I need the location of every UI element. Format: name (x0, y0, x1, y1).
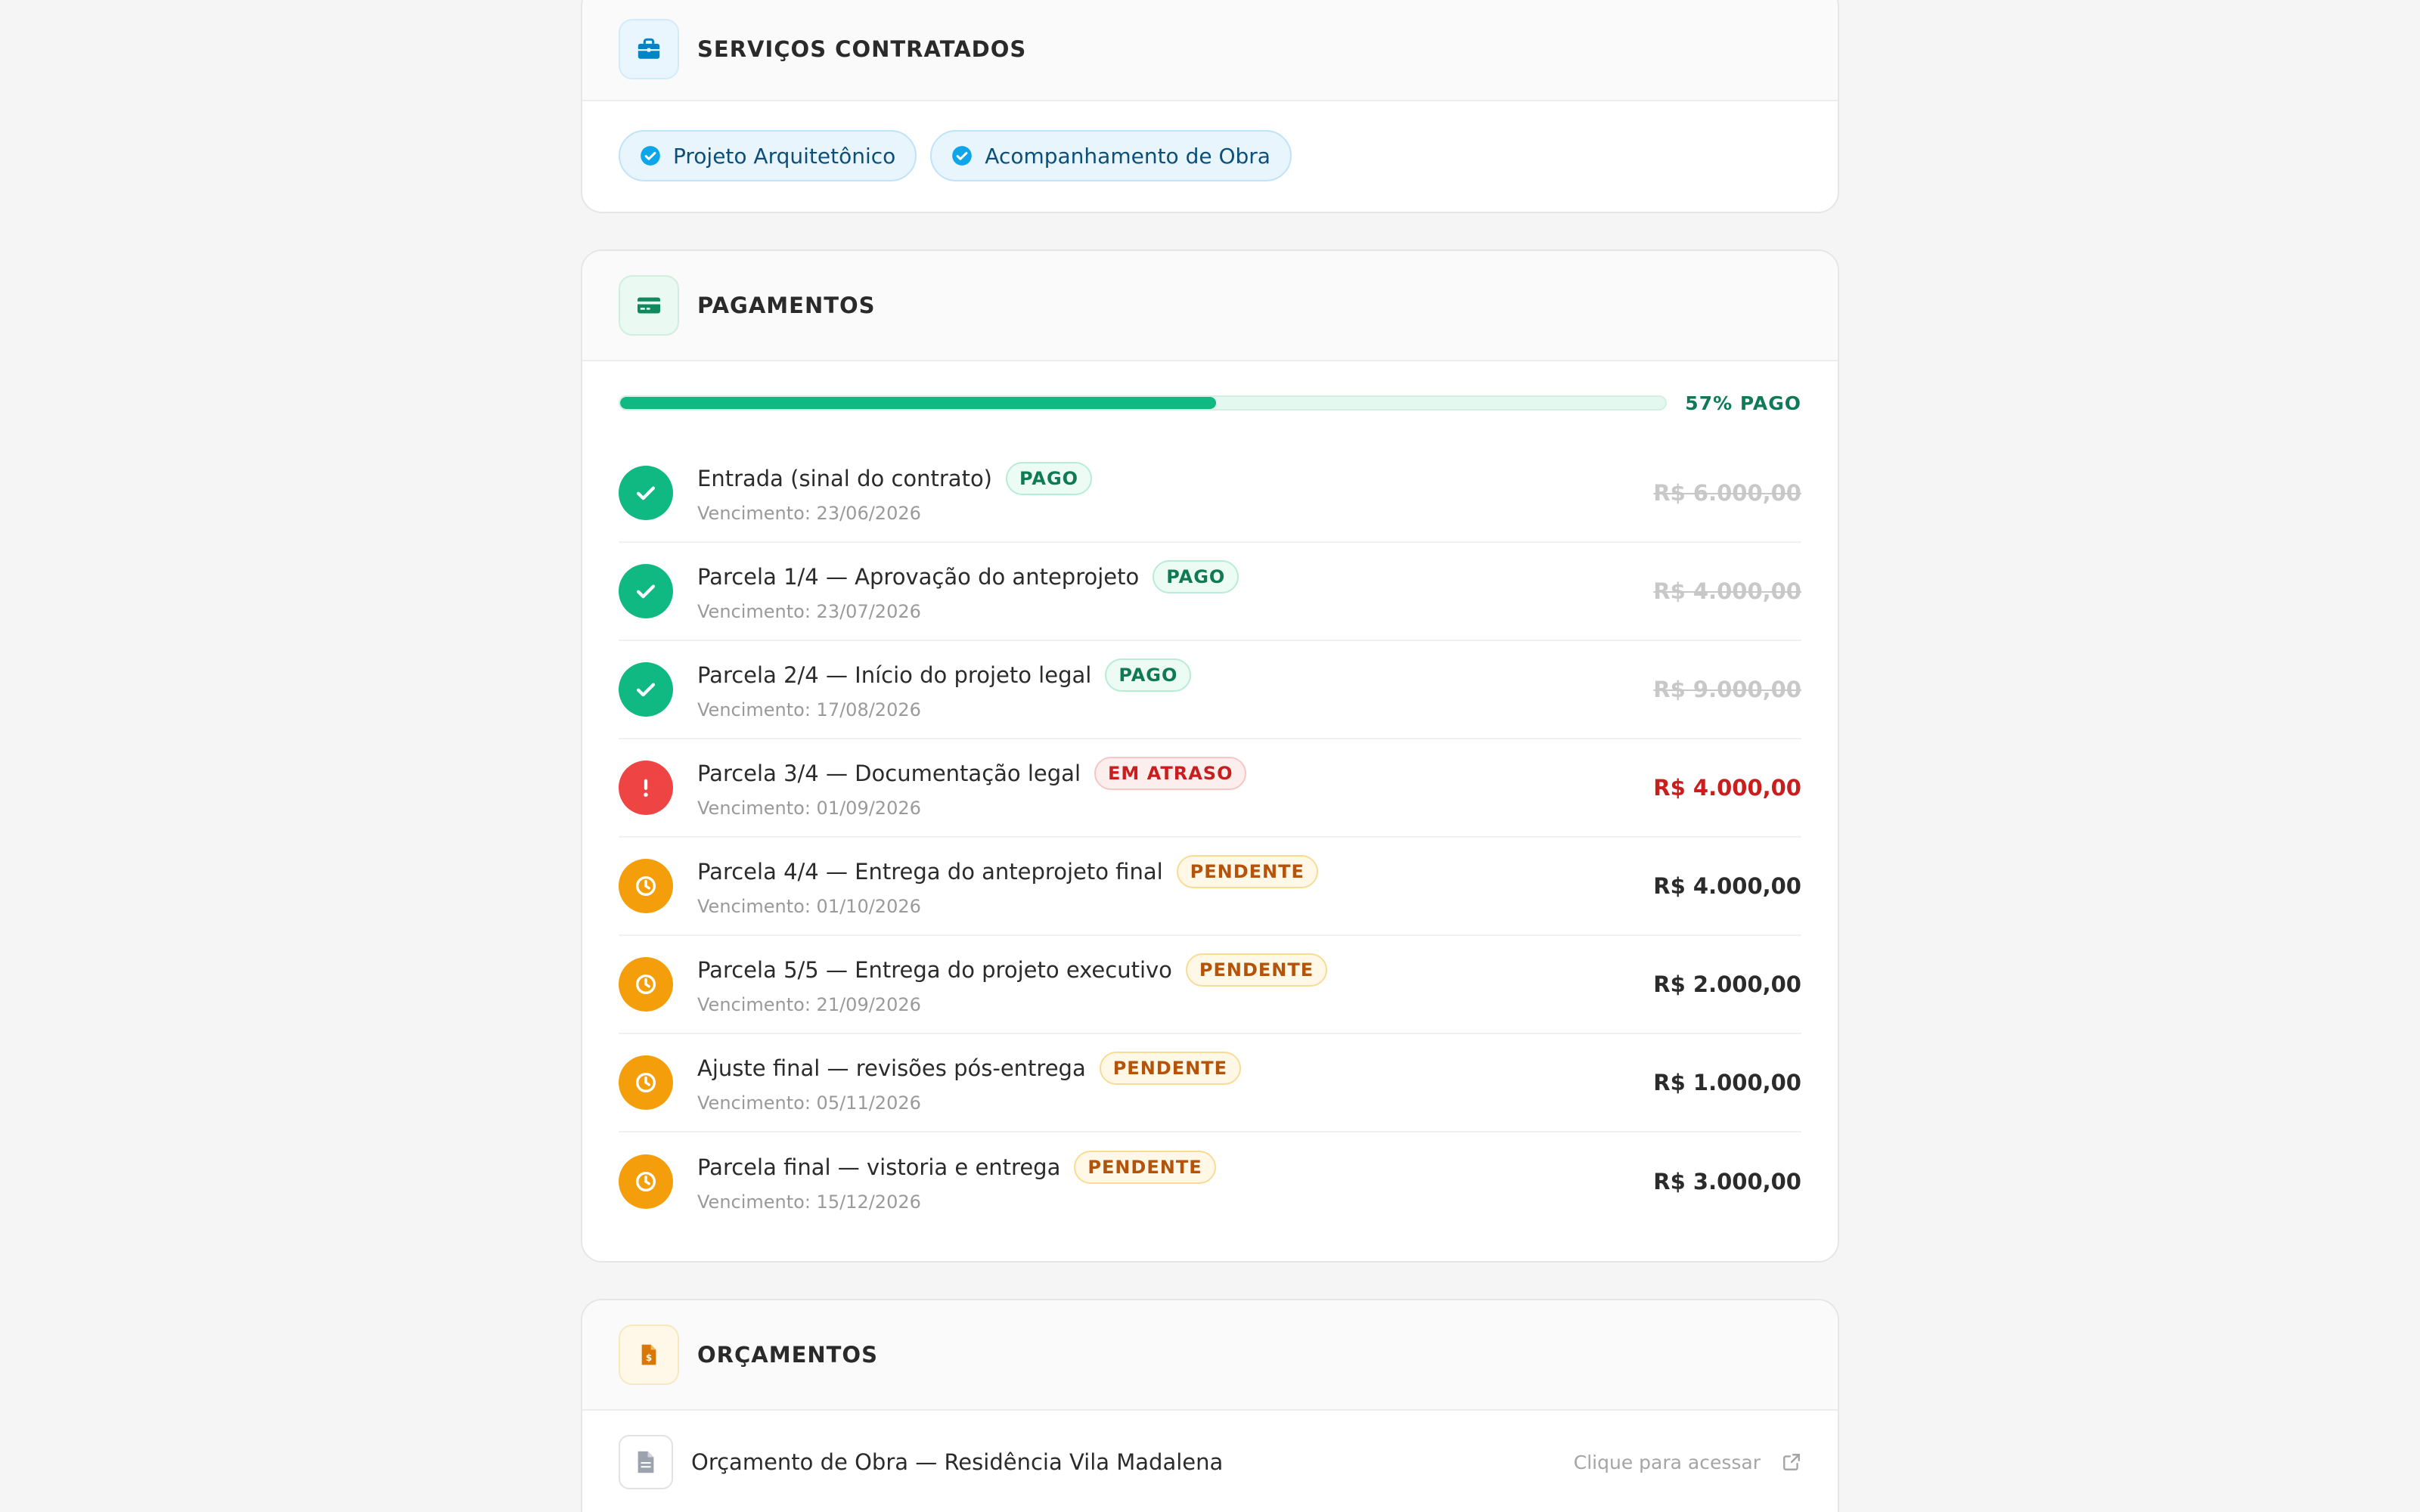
clock-icon (619, 859, 673, 913)
payment-due-date: Vencimento: 05/11/2026 (697, 1092, 921, 1114)
budgets-card: $ ORÇAMENTOS Orçamento de Obra — Residên… (581, 1299, 1839, 1512)
budget-item-title: Orçamento de Obra — Residência Vila Mada… (691, 1449, 1224, 1475)
payment-info: Parcela 2/4 — Início do projeto legal PAG… (697, 658, 1605, 720)
services-chip-list: Projeto Arquitetônico Acompanhamento de … (582, 101, 1838, 181)
payment-title: Parcela 3/4 — Documentação legal (697, 761, 1081, 786)
payment-due-date: Vencimento: 17/08/2026 (697, 699, 921, 720)
payment-status-badge: PENDENTE (1074, 1151, 1216, 1184)
payment-due-date: Vencimento: 23/06/2026 (697, 503, 921, 524)
budgets-header: $ ORÇAMENTOS (582, 1300, 1838, 1411)
payment-title: Parcela 1/4 — Aprovação do anteprojeto (697, 564, 1140, 590)
payment-row[interactable]: Parcela 3/4 — Documentação legal EM ATRAS… (619, 739, 1801, 838)
payment-amount: R$ 6.000,00 (1653, 480, 1801, 506)
payment-status-badge: PENDENTE (1099, 1052, 1241, 1085)
payment-row[interactable]: Ajuste final — revisões pós-entrega PENDE… (619, 1034, 1801, 1132)
payments-card: PAGAMENTOS 57% PAGO Entrada (sinal do co… (581, 249, 1839, 1263)
service-chip: Acompanhamento de Obra (930, 130, 1292, 181)
payment-row[interactable]: Parcela final — vistoria e entrega PENDEN… (619, 1132, 1801, 1231)
svg-text:$: $ (646, 1352, 652, 1363)
payment-row[interactable]: Parcela 2/4 — Início do projeto legal PAG… (619, 641, 1801, 739)
payment-title-line: Entrada (sinal do contrato) PAGO (697, 462, 1605, 495)
check-circle-icon (952, 146, 973, 166)
payment-title: Entrada (sinal do contrato) (697, 466, 992, 491)
check-circle-icon (641, 146, 660, 166)
payment-amount: R$ 4.000,00 (1653, 873, 1801, 899)
service-chip-label: Acompanhamento de Obra (985, 143, 1270, 169)
budget-item[interactable]: Orçamento de Obra — Residência Vila Mada… (582, 1411, 1838, 1512)
payment-row[interactable]: Parcela 4/4 — Entrega do anteprojeto fin… (619, 838, 1801, 936)
payment-status-badge: PENDENTE (1185, 953, 1328, 987)
payment-status-badge: EM ATRASO (1094, 757, 1247, 790)
services-card: SERVIÇOS CONTRATADOS Projeto Arquitetôni… (581, 0, 1839, 213)
payment-due-date: Vencimento: 01/09/2026 (697, 798, 921, 819)
budget-open-link[interactable]: Clique para acessar (1574, 1452, 1801, 1473)
check-icon (619, 564, 673, 618)
payment-info: Entrada (sinal do contrato) PAGO Venciment… (697, 462, 1605, 524)
payment-title-line: Parcela 4/4 — Entrega do anteprojeto fin… (697, 855, 1605, 888)
payment-amount: R$ 9.000,00 (1653, 677, 1801, 702)
payment-amount: R$ 2.000,00 (1653, 971, 1801, 997)
external-link-icon (1783, 1454, 1800, 1470)
payment-info: Parcela 4/4 — Entrega do anteprojeto fin… (697, 855, 1605, 917)
clock-icon (619, 1154, 673, 1209)
payment-info: Parcela 3/4 — Documentação legal EM ATRAS… (697, 757, 1605, 819)
payment-row[interactable]: Entrada (sinal do contrato) PAGO Venciment… (619, 445, 1801, 543)
payment-title-line: Parcela 5/5 — Entrega do projeto executi… (697, 953, 1605, 987)
payment-title-line: Parcela final — vistoria e entrega PENDEN… (697, 1151, 1605, 1184)
payment-status-badge: PAGO (1105, 658, 1192, 692)
payment-status-badge: PENDENTE (1176, 855, 1318, 888)
payment-amount: R$ 4.000,00 (1653, 775, 1801, 801)
payment-progress-fill (620, 397, 1216, 409)
check-icon (619, 662, 673, 717)
payments-header: PAGAMENTOS (582, 251, 1838, 361)
credit-card-icon (619, 275, 679, 336)
payment-progress: 57% PAGO (582, 361, 1838, 445)
payment-title: Ajuste final — revisões pós-entrega (697, 1055, 1086, 1081)
payment-row[interactable]: Parcela 1/4 — Aprovação do anteprojeto PA… (619, 543, 1801, 641)
client-project-page: SERVIÇOS CONTRATADOS Projeto Arquitetôni… (0, 0, 2420, 1512)
services-title: SERVIÇOS CONTRATADOS (697, 36, 1027, 62)
payment-info: Parcela 1/4 — Aprovação do anteprojeto PA… (697, 560, 1605, 622)
services-header: SERVIÇOS CONTRATADOS (582, 0, 1838, 101)
briefcase-icon (619, 19, 679, 79)
payment-title-line: Parcela 3/4 — Documentação legal EM ATRAS… (697, 757, 1605, 790)
payments-title: PAGAMENTOS (697, 293, 876, 318)
payment-due-date: Vencimento: 01/10/2026 (697, 896, 921, 917)
payment-info: Parcela 5/5 — Entrega do projeto executi… (697, 953, 1605, 1015)
payment-due-date: Vencimento: 15/12/2026 (697, 1191, 921, 1213)
payment-info: Parcela final — vistoria e entrega PENDEN… (697, 1151, 1605, 1213)
payment-title: Parcela 5/5 — Entrega do projeto executi… (697, 957, 1172, 983)
payment-info: Ajuste final — revisões pós-entrega PENDE… (697, 1052, 1605, 1114)
payment-title: Parcela final — vistoria e entrega (697, 1154, 1061, 1180)
payment-title-line: Parcela 2/4 — Início do projeto legal PAG… (697, 658, 1605, 692)
payment-due-date: Vencimento: 23/07/2026 (697, 601, 921, 622)
payment-status-badge: PAGO (1006, 462, 1093, 495)
payment-progress-track (619, 395, 1668, 411)
document-icon (619, 1435, 673, 1489)
service-chip-label: Projeto Arquitetônico (673, 143, 896, 169)
clock-icon (619, 957, 673, 1012)
payment-amount: R$ 4.000,00 (1653, 578, 1801, 604)
payment-title-line: Parcela 1/4 — Aprovação do anteprojeto PA… (697, 560, 1605, 593)
check-icon (619, 466, 673, 520)
invoice-icon: $ (619, 1325, 679, 1385)
budgets-title: ORÇAMENTOS (697, 1342, 878, 1368)
payment-row[interactable]: Parcela 5/5 — Entrega do projeto executi… (619, 936, 1801, 1034)
payment-due-date: Vencimento: 21/09/2026 (697, 994, 921, 1015)
payment-amount: R$ 3.000,00 (1653, 1169, 1801, 1194)
payment-title-line: Ajuste final — revisões pós-entrega PENDE… (697, 1052, 1605, 1085)
payment-title: Parcela 4/4 — Entrega do anteprojeto fin… (697, 859, 1163, 885)
payment-status-badge: PAGO (1153, 560, 1239, 593)
payment-list: Entrada (sinal do contrato) PAGO Venciment… (582, 445, 1838, 1231)
payment-progress-label: 57% PAGO (1685, 392, 1801, 414)
clock-icon (619, 1055, 673, 1110)
service-chip: Projeto Arquitetônico (619, 130, 917, 181)
payment-title: Parcela 2/4 — Início do projeto legal (697, 662, 1092, 688)
payment-amount: R$ 1.000,00 (1653, 1070, 1801, 1095)
alert-icon (619, 761, 673, 815)
budget-open-link-label: Clique para acessar (1573, 1451, 1761, 1473)
